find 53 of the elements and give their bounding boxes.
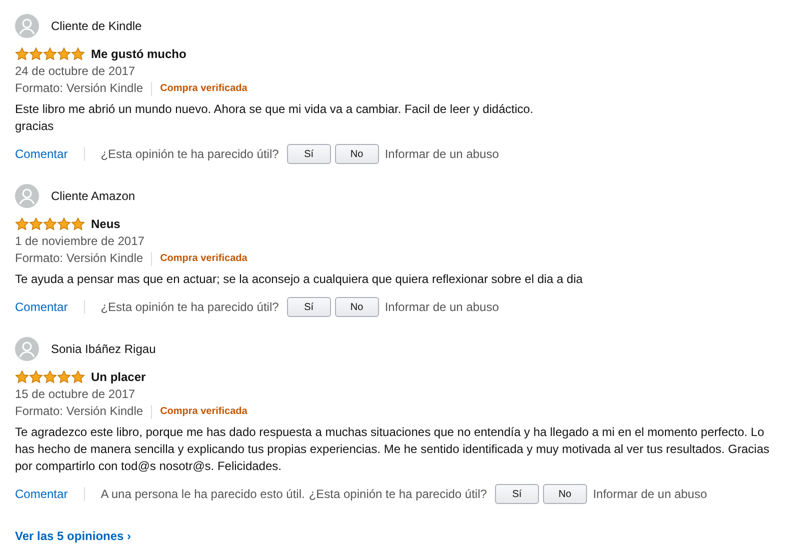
yes-button[interactable]: Sí (494, 484, 539, 504)
star-icon (29, 47, 43, 61)
helpful-question: ¿Esta opinión te ha parecido útil? (100, 300, 279, 314)
star-icon (71, 370, 85, 384)
comment-link[interactable]: Comentar (15, 300, 68, 314)
reviewer-name: Sonia Ibáñez Rigau (51, 342, 156, 356)
verified-purchase-label: Compra verificada (160, 405, 248, 419)
avatar-icon (15, 337, 39, 361)
report-abuse-link[interactable]: Informar de un abuso (384, 147, 499, 161)
reviewer-name: Cliente de Kindle (51, 19, 142, 33)
no-button[interactable]: No (542, 484, 587, 504)
star-icon (71, 47, 85, 61)
review-text: Te ayuda a pensar mas que en actuar; se la aconsejo a cualquiera que quiera reflexionar sobre el dia a dia (15, 271, 584, 288)
star-icon (29, 370, 43, 384)
avatar-icon (15, 14, 39, 38)
star-icon (15, 370, 29, 384)
report-abuse-link[interactable]: Informar de un abuso (592, 487, 708, 501)
star-icon (71, 217, 85, 231)
star-icon (57, 370, 71, 384)
star-icon (43, 47, 57, 61)
review-title: Un placer (91, 370, 146, 384)
report-abuse-link[interactable]: Informar de un abuso (384, 300, 499, 314)
star-icon (57, 217, 71, 231)
star-icon (29, 217, 43, 231)
star-icon (15, 47, 29, 61)
no-button[interactable]: No (334, 144, 379, 164)
format-label: Formato: Versión Kindle (15, 250, 144, 267)
helpful-question: ¿Esta opinión te ha parecido útil? (308, 487, 487, 501)
review-date: 24 de octubre de 2017 (15, 63, 136, 80)
review-date: 1 de noviembre de 2017 (15, 233, 146, 250)
review-text: Te agradezco este libro, porque me has dado respuesta a muchas situaciones que no entendía y ha llegado a mi en el momento perfecto. Lo has hecho de manera sencilla y explicando tus propias experiencias. Me he sentido identificada y muy motivada al ver tus resultados. Gracias por compartirlo con tod@s nosotr@s. Felicidades. (15, 424, 770, 475)
helpful-question: ¿Esta opinión te ha parecido útil? (100, 147, 279, 161)
comment-link[interactable]: Comentar (15, 487, 68, 501)
comment-link[interactable]: Comentar (15, 147, 68, 161)
star-icon (15, 217, 29, 231)
star-icon (43, 370, 57, 384)
star-icon (43, 217, 57, 231)
yes-button[interactable]: Sí (286, 144, 331, 164)
helpful-count-text: A una persona le ha parecido esto útil. (100, 487, 305, 501)
see-all-reviews-link[interactable]: Ver las 5 opiniones › (15, 529, 132, 543)
avatar-icon (15, 184, 39, 208)
no-button[interactable]: No (334, 297, 379, 317)
verified-purchase-label: Compra verificada (160, 82, 248, 96)
star-icon (57, 47, 71, 61)
reviewer-name: Cliente Amazon (51, 189, 136, 203)
review-title: Neus (91, 217, 120, 231)
verified-purchase-label: Compra verificada (160, 252, 248, 266)
yes-button[interactable]: Sí (286, 297, 331, 317)
review-date: 15 de octubre de 2017 (15, 386, 136, 403)
format-label: Formato: Versión Kindle (15, 80, 144, 97)
review-title: Me gustó mucho (91, 47, 186, 61)
format-label: Formato: Versión Kindle (15, 403, 144, 420)
review-text: Este libro me abrió un mundo nuevo. Ahora se que mi vida va a cambiar. Facil de leer y didáctico. gracias (15, 101, 534, 135)
